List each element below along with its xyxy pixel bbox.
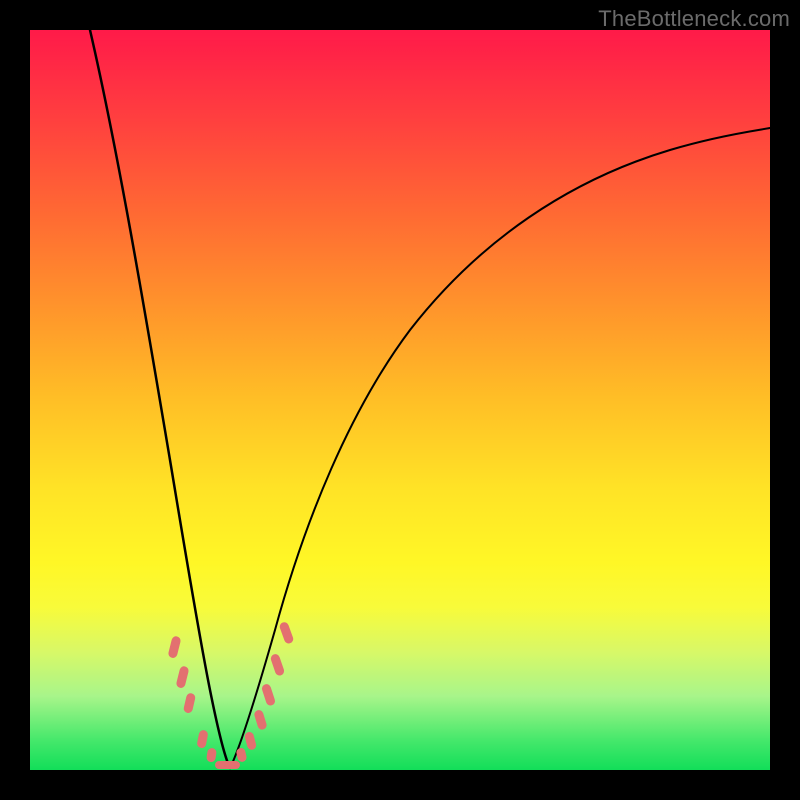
chart-svg: [30, 30, 770, 770]
right-curve: [230, 128, 770, 768]
threshold-marker: [196, 729, 208, 748]
threshold-marker: [261, 683, 276, 707]
valley-floor-marker: [215, 761, 240, 769]
threshold-marker: [183, 692, 196, 714]
plot-area: [30, 30, 770, 770]
left-curve: [90, 30, 230, 768]
outer-frame: TheBottleneck.com: [0, 0, 800, 800]
threshold-marker: [270, 653, 286, 677]
threshold-marker: [206, 747, 217, 762]
threshold-marker: [175, 665, 189, 689]
threshold-marker: [167, 635, 181, 659]
threshold-marker: [244, 731, 257, 751]
attribution-label: TheBottleneck.com: [598, 6, 790, 32]
threshold-marker: [278, 621, 294, 645]
threshold-marker: [253, 709, 267, 731]
